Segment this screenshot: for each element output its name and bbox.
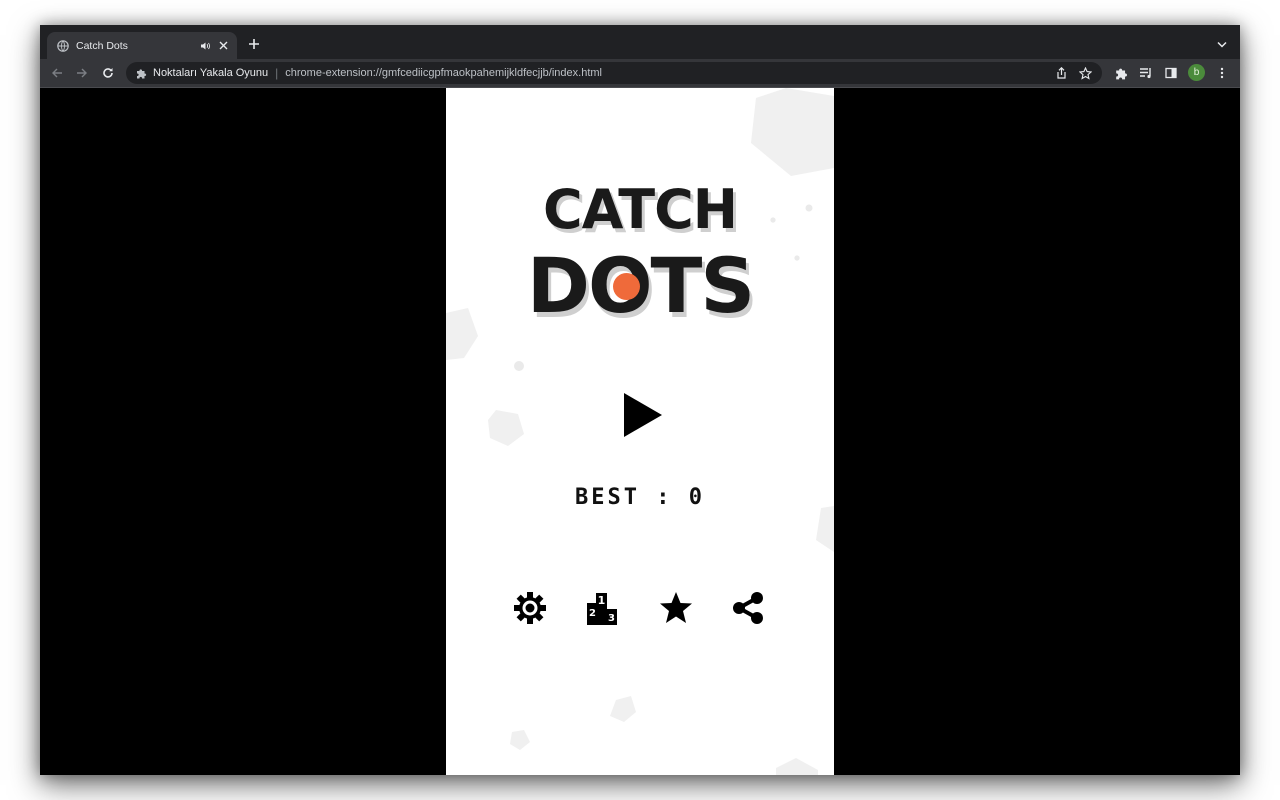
extension-puzzle-icon (135, 67, 147, 79)
close-icon[interactable] (217, 40, 229, 52)
share-icon[interactable] (730, 590, 766, 626)
tab-strip: Catch Dots (40, 25, 1240, 59)
tab-title: Catch Dots (76, 39, 128, 52)
tab-catch-dots[interactable]: Catch Dots (47, 32, 237, 59)
site-name: Noktaları Yakala Oyunu (153, 67, 269, 79)
address-bar[interactable]: Noktaları Yakala Oyunu | chrome-extensio… (126, 62, 1102, 84)
leaderboard-podium-icon[interactable]: 1 2 3 (584, 590, 620, 626)
reload-icon[interactable] (100, 65, 116, 81)
extensions-puzzle-icon[interactable] (1114, 66, 1128, 80)
speaker-icon[interactable] (199, 40, 211, 52)
toolbar: Noktaları Yakala Oyunu | chrome-extensio… (40, 59, 1240, 87)
settings-gear-icon[interactable] (512, 590, 548, 626)
globe-icon (57, 39, 69, 52)
profile-avatar[interactable]: b (1188, 64, 1205, 81)
svg-text:1: 1 (598, 594, 606, 607)
rate-star-icon[interactable] (658, 590, 694, 626)
best-score: BEST : 0 (575, 485, 705, 510)
bookmark-star-icon[interactable] (1078, 66, 1092, 80)
svg-text:3: 3 (608, 613, 615, 624)
share-page-icon[interactable] (1054, 66, 1068, 80)
more-menu-icon[interactable] (1215, 66, 1229, 80)
media-queue-icon[interactable] (1139, 66, 1153, 80)
url-text[interactable]: chrome-extension://gmfcediicgpfmaokpahem… (285, 67, 1054, 79)
logo-orange-dot (613, 273, 640, 300)
logo-title-catch: CATCH (543, 178, 738, 241)
forward-arrow-icon[interactable] (74, 65, 90, 81)
game-screen: CATCH DOTS BEST : 0 1 2 3 (446, 88, 834, 775)
url-separator: | (275, 66, 279, 80)
back-arrow-icon[interactable] (49, 65, 65, 81)
logo-title-dots: DOTS (526, 241, 755, 330)
side-panel-icon[interactable] (1164, 66, 1178, 80)
avatar-letter: b (1193, 67, 1200, 78)
new-tab-button[interactable] (246, 36, 262, 52)
play-button[interactable] (622, 391, 666, 439)
chevron-down-icon[interactable] (1216, 38, 1228, 50)
svg-text:2: 2 (589, 608, 596, 619)
browser-window: Catch Dots Noktaları Yakala Oyunu | chro… (40, 25, 1240, 775)
page-viewport: CATCH DOTS BEST : 0 1 2 3 (40, 88, 1240, 775)
